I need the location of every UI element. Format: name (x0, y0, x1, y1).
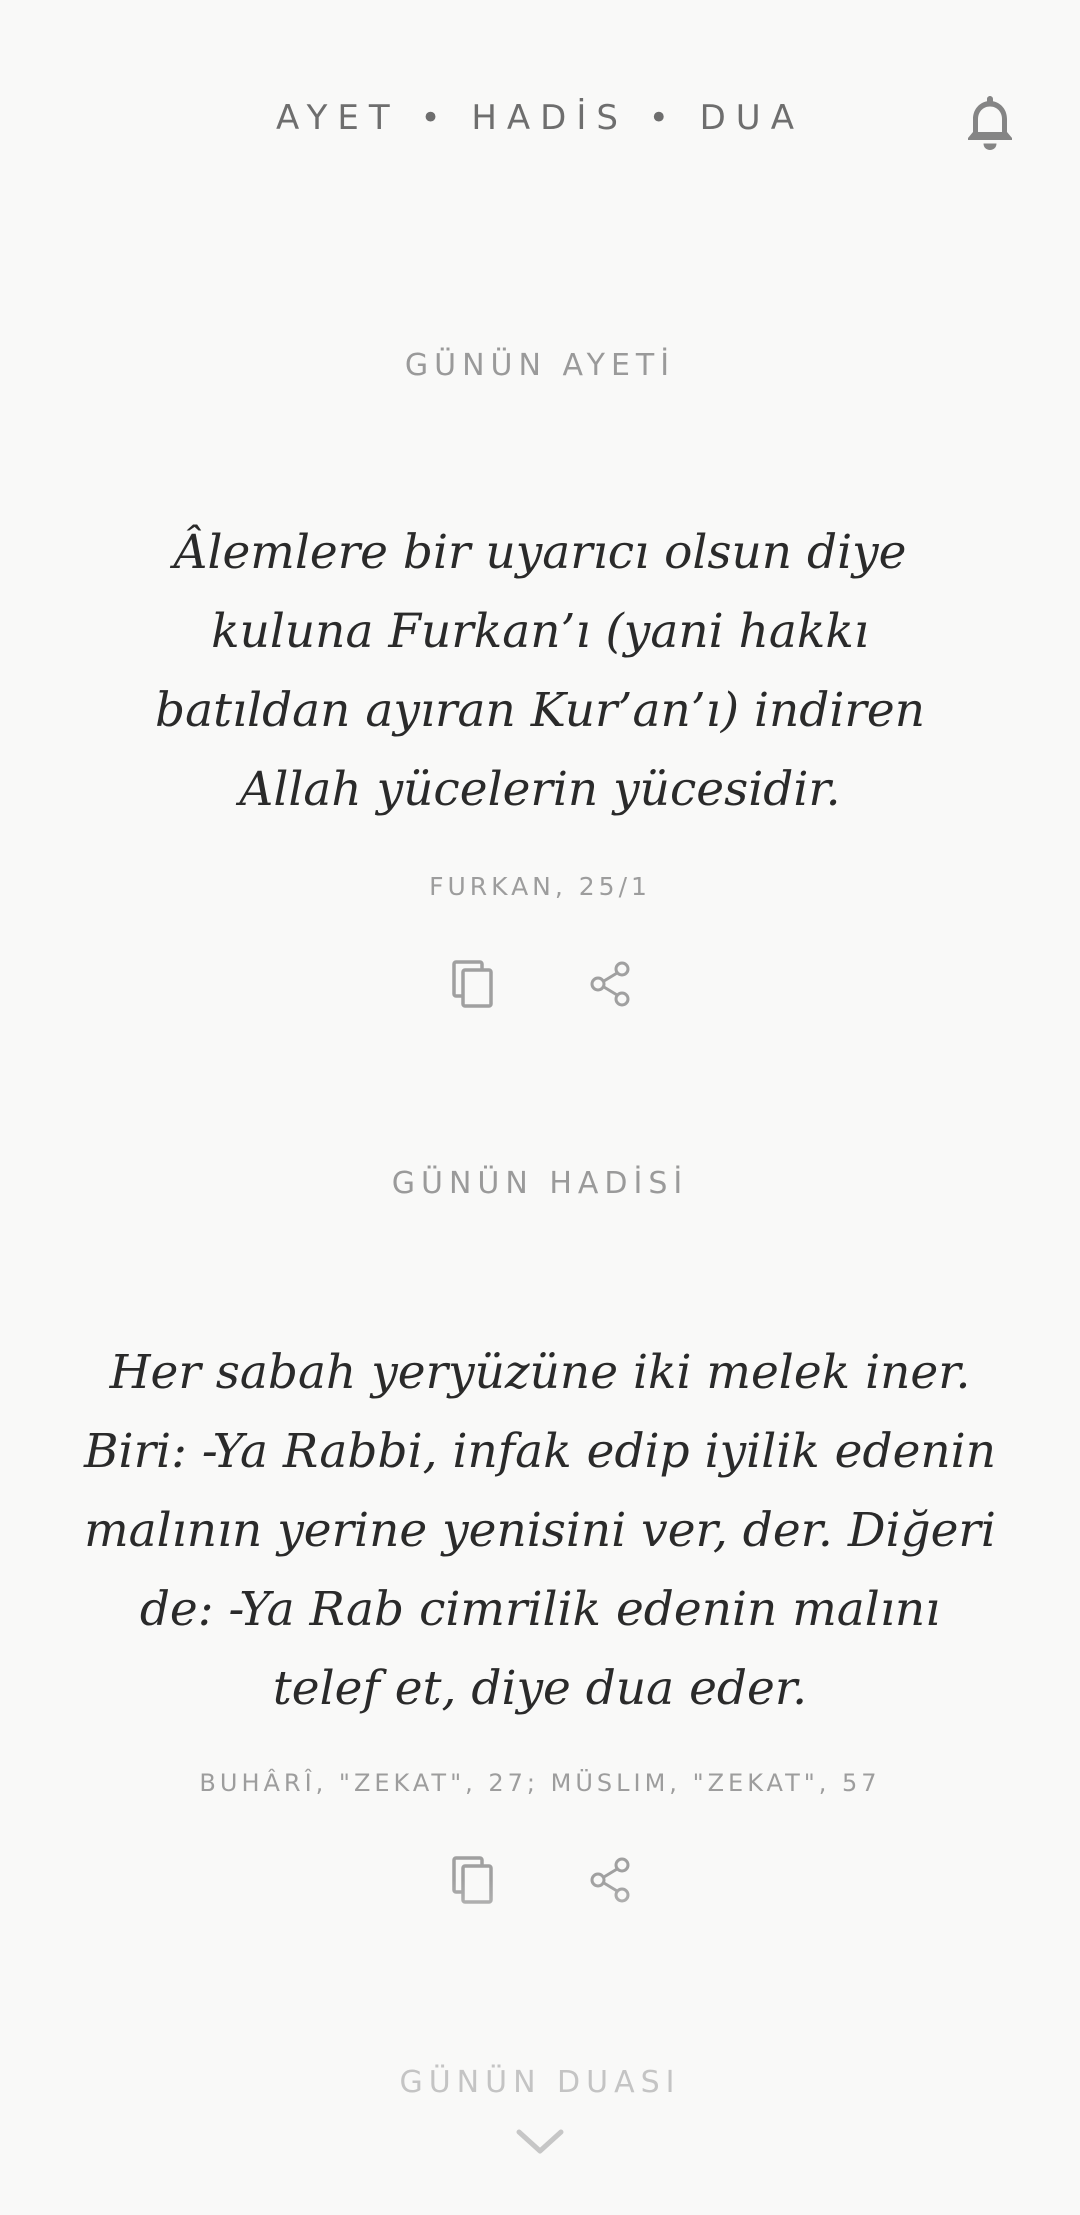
bottom-fade-overlay (0, 1880, 1080, 2215)
bell-icon[interactable] (960, 88, 1020, 154)
hadis-copy-button[interactable] (446, 1852, 502, 1908)
ayet-source: FURKAN, 25/1 (429, 872, 651, 901)
app-title: AYET • HADİS • DUA (276, 98, 804, 138)
share-icon (590, 1857, 630, 1903)
copy-icon (452, 1856, 493, 1904)
ayet-actions (0, 956, 1080, 1016)
dua-section-title: GÜNÜN DUASI (399, 2065, 681, 2100)
share-icon (590, 961, 630, 1007)
hadis-share-button[interactable] (582, 1852, 638, 1908)
hadis-section-title: GÜNÜN HADİSİ (391, 1166, 689, 1201)
hadis-actions (0, 1852, 1080, 1912)
copy-icon (452, 960, 493, 1008)
app-header: AYET • HADİS • DUA (0, 0, 1080, 240)
hadis-source: BUHÂRÎ, "ZEKAT", 27; MÜSLIM, "ZEKAT", 57 (199, 1769, 881, 1797)
ayet-section-title: GÜNÜN AYETİ (404, 348, 676, 383)
ayet-copy-button[interactable] (446, 956, 502, 1012)
ayet-text: Âlemlere bir uyarıcı olsun diye kuluna F… (155, 525, 925, 817)
chevron-down-icon[interactable] (513, 2124, 567, 2160)
ayet-share-button[interactable] (582, 956, 638, 1012)
hadis-text: Her sabah yeryüzüne iki melek iner. Biri… (84, 1345, 996, 1716)
